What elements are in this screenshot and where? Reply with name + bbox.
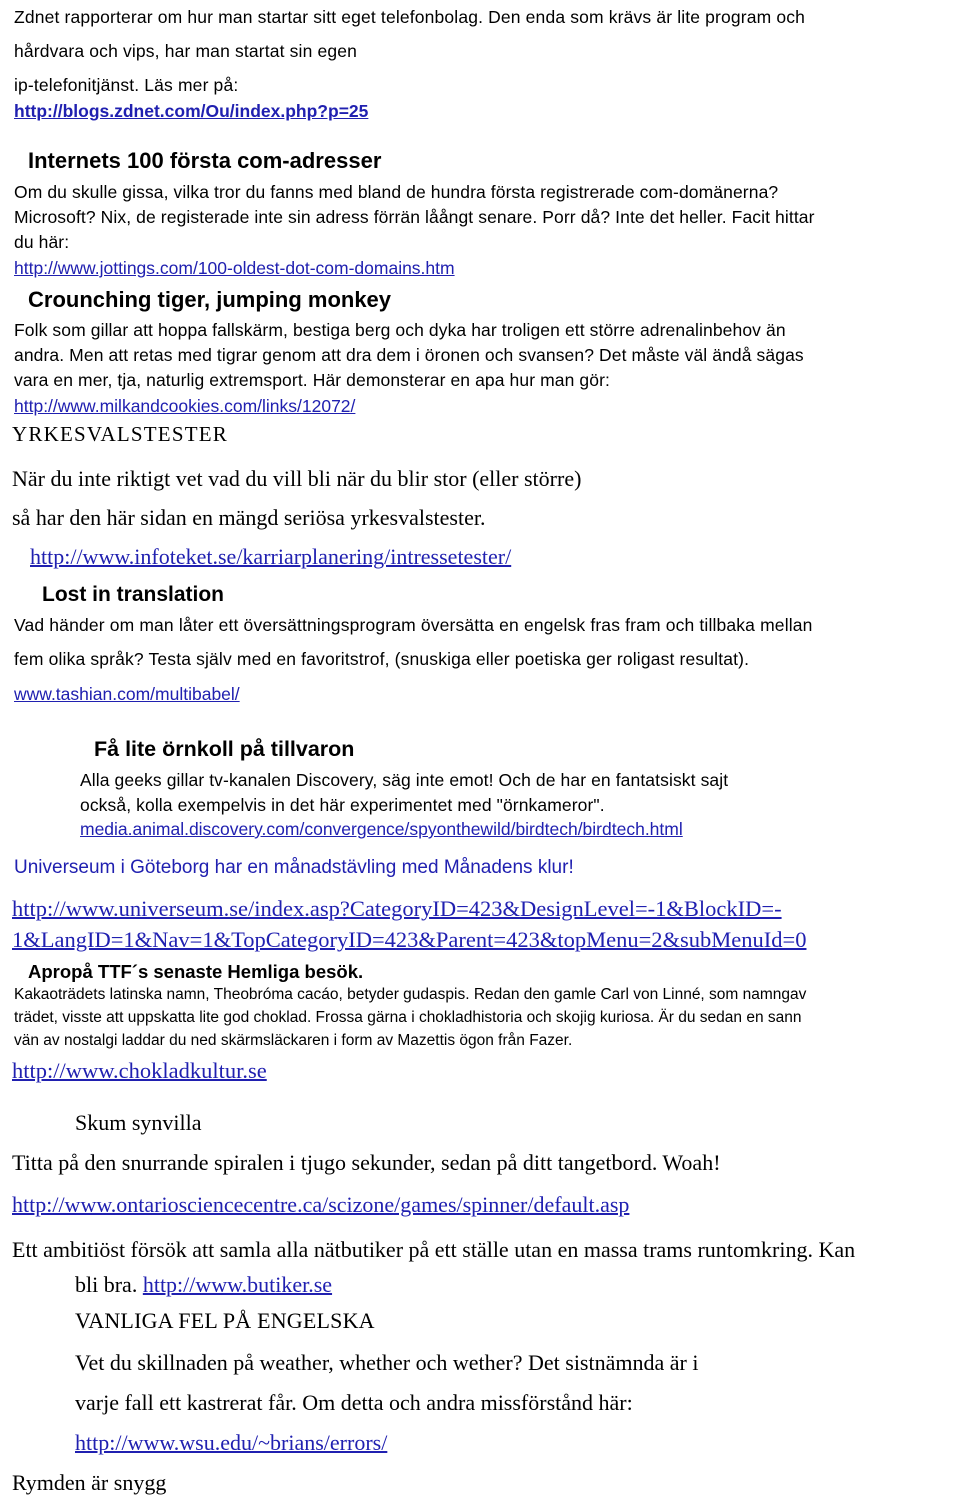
ttf-line-1: Kakaoträdets latinska namn, Theobróma ca… bbox=[14, 986, 807, 1003]
link-ontariosciencecentre[interactable]: http://www.ontariosciencecentre.ca/scizo… bbox=[12, 1192, 629, 1218]
heading-vanliga-fel: VANLIGA FEL PÅ ENGELSKA bbox=[75, 1308, 375, 1333]
butiker-line-2-prefix: bli bra. bbox=[75, 1272, 143, 1297]
heading-internets-100: Internets 100 första com-adresser bbox=[28, 148, 382, 173]
heading-rymden-ar-snygg: Rymden är snygg bbox=[12, 1470, 167, 1495]
heading-crounching-tiger: Crounching tiger, jumping monkey bbox=[28, 287, 392, 312]
com-adresser-line-3: du här: bbox=[14, 232, 70, 252]
link-infoteket[interactable]: http://www.infoteket.se/karriarplanering… bbox=[30, 544, 511, 570]
link-wsu-errors[interactable]: http://www.wsu.edu/~brians/errors/ bbox=[75, 1430, 387, 1456]
intro-line-3: ip-telefonitjänst. Läs mer på: bbox=[14, 75, 239, 95]
heading-skum-synvilla: Skum synvilla bbox=[75, 1110, 202, 1135]
lost-in-translation-line-2: fem olika språk? Testa själv med en favo… bbox=[14, 649, 750, 669]
link-universeum-line-2[interactable]: 1&LangID=1&Nav=1&TopCategoryID=423&Paren… bbox=[12, 927, 806, 953]
ttf-line-2: trädet, visste att uppskatta lite god ch… bbox=[14, 1009, 802, 1026]
skum-synvilla-line-1: Titta på den snurrande spiralen i tjugo … bbox=[12, 1150, 721, 1175]
heading-yrkesvalstester: YRKESVALSTESTER bbox=[12, 422, 228, 446]
com-adresser-line-1: Om du skulle gissa, vilka tror du fanns … bbox=[14, 182, 779, 202]
intro-line-1: Zdnet rapporterar om hur man startar sit… bbox=[14, 7, 806, 27]
heading-apropa-ttf: Apropå TTF´s senaste Hemliga besök. bbox=[28, 961, 364, 982]
crounching-tiger-line-3: vara en mer, tja, naturlig extremsport. … bbox=[14, 370, 610, 390]
universeum-text: Universeum i Göteborg har en månadstävli… bbox=[14, 857, 574, 878]
crounching-tiger-line-2: andra. Men att retas med tigrar genom at… bbox=[14, 345, 804, 365]
link-butiker[interactable]: http://www.butiker.se bbox=[143, 1272, 332, 1297]
link-zdnet-blog[interactable]: http://blogs.zdnet.com/Ou/index.php?p=25 bbox=[14, 101, 368, 122]
yrkesvalstester-line-2: så har den här sidan en mängd seriösa yr… bbox=[12, 505, 486, 530]
ornkoll-line-2: också, kolla exempelvis in det här exper… bbox=[80, 795, 605, 815]
link-universeum-line-1[interactable]: http://www.universeum.se/index.asp?Categ… bbox=[12, 896, 782, 922]
link-discovery-birdtech[interactable]: media.animal.discovery.com/convergence/s… bbox=[80, 819, 683, 840]
com-adresser-line-2: Microsoft? Nix, de registerade inte sin … bbox=[14, 207, 815, 227]
heading-ornkoll: Få lite örnkoll på tillvaron bbox=[94, 737, 355, 761]
ttf-line-3: vän av nostalgi laddar du ned skärmsläck… bbox=[14, 1032, 573, 1049]
butiker-line-1: Ett ambitiöst försök att samla alla nätb… bbox=[12, 1237, 856, 1262]
link-tashian-multibabel[interactable]: www.tashian.com/multibabel/ bbox=[14, 684, 240, 705]
crounching-tiger-line-1: Folk som gillar att hoppa fallskärm, bes… bbox=[14, 320, 786, 340]
link-chokladkultur[interactable]: http://www.chokladkultur.se bbox=[12, 1058, 267, 1084]
lost-in-translation-line-1: Vad händer om man låter ett översättning… bbox=[14, 615, 813, 635]
ornkoll-line-1: Alla geeks gillar tv-kanalen Discovery, … bbox=[80, 770, 729, 790]
intro-line-2: hårdvara och vips, har man startat sin e… bbox=[14, 41, 358, 61]
vanliga-fel-line-1: Vet du skillnaden på weather, whether oc… bbox=[75, 1350, 699, 1375]
link-jottings[interactable]: http://www.jottings.com/100-oldest-dot-c… bbox=[14, 258, 455, 279]
yrkesvalstester-line-1: När du inte riktigt vet vad du vill bli … bbox=[12, 466, 582, 491]
vanliga-fel-line-2: varje fall ett kastrerat får. Om detta o… bbox=[75, 1390, 633, 1415]
butiker-line-2: bli bra. http://www.butiker.se bbox=[75, 1272, 332, 1298]
document-page: Zdnet rapporterar om hur man startar sit… bbox=[0, 0, 960, 1502]
heading-lost-in-translation: Lost in translation bbox=[42, 583, 225, 606]
link-milkandcookies[interactable]: http://www.milkandcookies.com/links/1207… bbox=[14, 396, 355, 417]
